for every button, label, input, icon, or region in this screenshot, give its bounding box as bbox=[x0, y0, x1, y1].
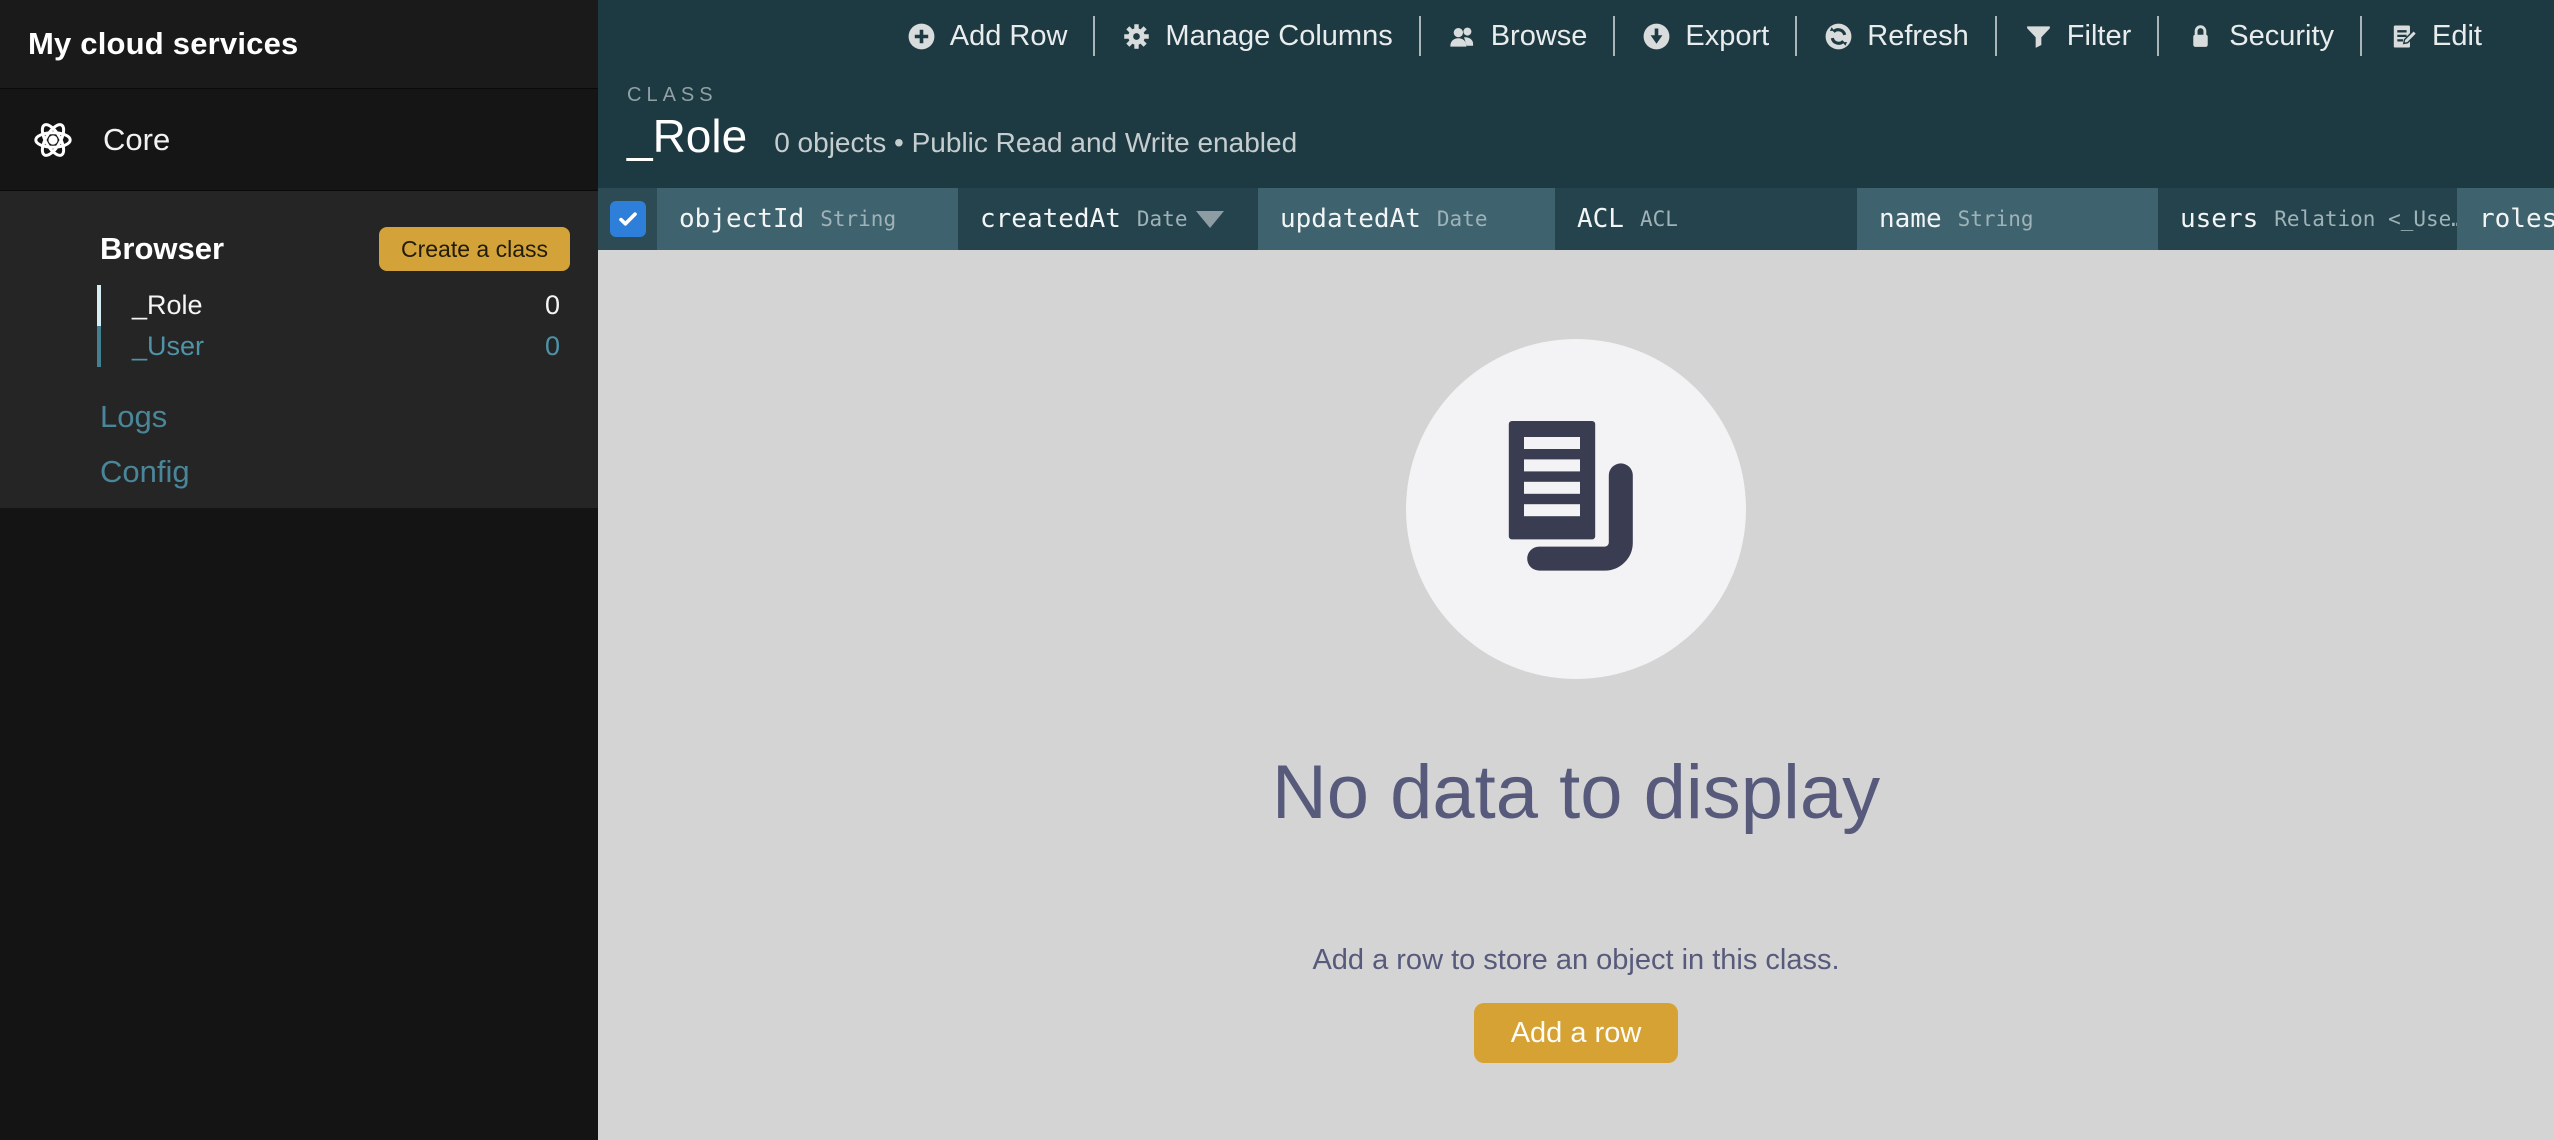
add-row-menu-button[interactable]: Add Row bbox=[906, 20, 1068, 53]
empty-state-badge bbox=[1406, 339, 1746, 679]
atom-icon bbox=[29, 116, 77, 164]
sort-desc-icon[interactable] bbox=[1196, 211, 1224, 228]
column-header-name[interactable]: name String bbox=[1857, 188, 2158, 250]
sidebar-item-config[interactable]: Config bbox=[0, 444, 598, 499]
class-label: _Role bbox=[132, 290, 203, 321]
class-list: _Role 0 _User 0 bbox=[0, 285, 598, 367]
toolbar-separator bbox=[2360, 16, 2362, 56]
add-a-row-button[interactable]: Add a row bbox=[1474, 1003, 1679, 1063]
check-icon bbox=[616, 207, 640, 231]
main-panel: Add Row Manage Columns bbox=[598, 0, 2554, 1140]
class-title: _Role bbox=[627, 109, 747, 163]
select-all-checkbox[interactable] bbox=[610, 201, 646, 237]
column-header-updatedat[interactable]: updatedAt Date bbox=[1258, 188, 1555, 250]
browser-heading: Browser bbox=[100, 231, 224, 267]
class-header: CLASS _Role 0 objects • Public Read and … bbox=[598, 72, 2554, 188]
toolbar-separator bbox=[1093, 16, 1095, 56]
class-count: 0 bbox=[545, 331, 560, 362]
class-meta: 0 objects • Public Read and Write enable… bbox=[774, 127, 1297, 159]
class-count: 0 bbox=[545, 290, 560, 321]
data-browser-empty-area: No data to display Add a row to store an… bbox=[598, 250, 2554, 1140]
security-lock-icon bbox=[2185, 21, 2216, 52]
sidebar-browser-section: Browser Create a class _Role 0 _User 0 L… bbox=[0, 190, 598, 508]
toolbar-separator bbox=[1795, 16, 1797, 56]
column-header-users[interactable]: users Relation <_Use… bbox=[2158, 188, 2457, 250]
browse-button[interactable]: Browse bbox=[1447, 20, 1588, 53]
browser-toolbar: Add Row Manage Columns bbox=[598, 0, 2554, 72]
class-eyebrow: CLASS bbox=[627, 84, 2554, 107]
empty-state-subtitle: Add a row to store an object in this cla… bbox=[1312, 944, 1839, 977]
toolbar-separator bbox=[1613, 16, 1615, 56]
sidebar-links: Logs Config bbox=[0, 389, 598, 499]
filter-funnel-icon bbox=[2023, 21, 2054, 52]
table-header: objectId String createdAt Date updatedAt… bbox=[598, 188, 2554, 250]
manage-columns-gear-icon bbox=[1121, 21, 1152, 52]
create-class-button[interactable]: Create a class bbox=[379, 227, 570, 271]
edit-button[interactable]: Edit bbox=[2388, 20, 2482, 53]
sidebar-header: My cloud services bbox=[0, 0, 598, 88]
refresh-button[interactable]: Refresh bbox=[1823, 20, 1969, 53]
sidebar-item-logs[interactable]: Logs bbox=[0, 389, 598, 444]
toolbar-separator bbox=[1419, 16, 1421, 56]
sidebar-empty-area bbox=[0, 508, 598, 1140]
parse-dashboard-app: My cloud services Core Browser Create a … bbox=[0, 0, 2554, 1140]
toolbar-separator bbox=[1995, 16, 1997, 56]
app-title: My cloud services bbox=[28, 26, 298, 62]
edit-icon bbox=[2388, 21, 2419, 52]
column-header-createdat[interactable]: createdAt Date bbox=[958, 188, 1258, 250]
column-header-objectid[interactable]: objectId String bbox=[657, 188, 958, 250]
class-label: _User bbox=[132, 331, 204, 362]
documents-icon bbox=[1496, 421, 1656, 597]
browse-people-icon bbox=[1447, 21, 1478, 52]
refresh-icon bbox=[1823, 21, 1854, 52]
security-button[interactable]: Security bbox=[2185, 20, 2334, 53]
sidebar: My cloud services Core Browser Create a … bbox=[0, 0, 598, 1140]
column-header-acl[interactable]: ACL ACL bbox=[1555, 188, 1857, 250]
toolbar-separator bbox=[2157, 16, 2159, 56]
select-all-cell bbox=[598, 188, 657, 250]
sidebar-item-core[interactable]: Core bbox=[0, 88, 598, 190]
column-header-roles[interactable]: roles bbox=[2457, 188, 2554, 250]
filter-button[interactable]: Filter bbox=[2023, 20, 2131, 53]
core-label: Core bbox=[103, 122, 170, 158]
manage-columns-button[interactable]: Manage Columns bbox=[1121, 20, 1392, 53]
export-download-icon bbox=[1641, 21, 1672, 52]
empty-state-title: No data to display bbox=[1272, 749, 1880, 836]
add-row-icon bbox=[906, 21, 937, 52]
sidebar-class-role[interactable]: _Role 0 bbox=[97, 285, 598, 326]
sidebar-class-user[interactable]: _User 0 bbox=[97, 326, 598, 367]
export-button[interactable]: Export bbox=[1641, 20, 1769, 53]
